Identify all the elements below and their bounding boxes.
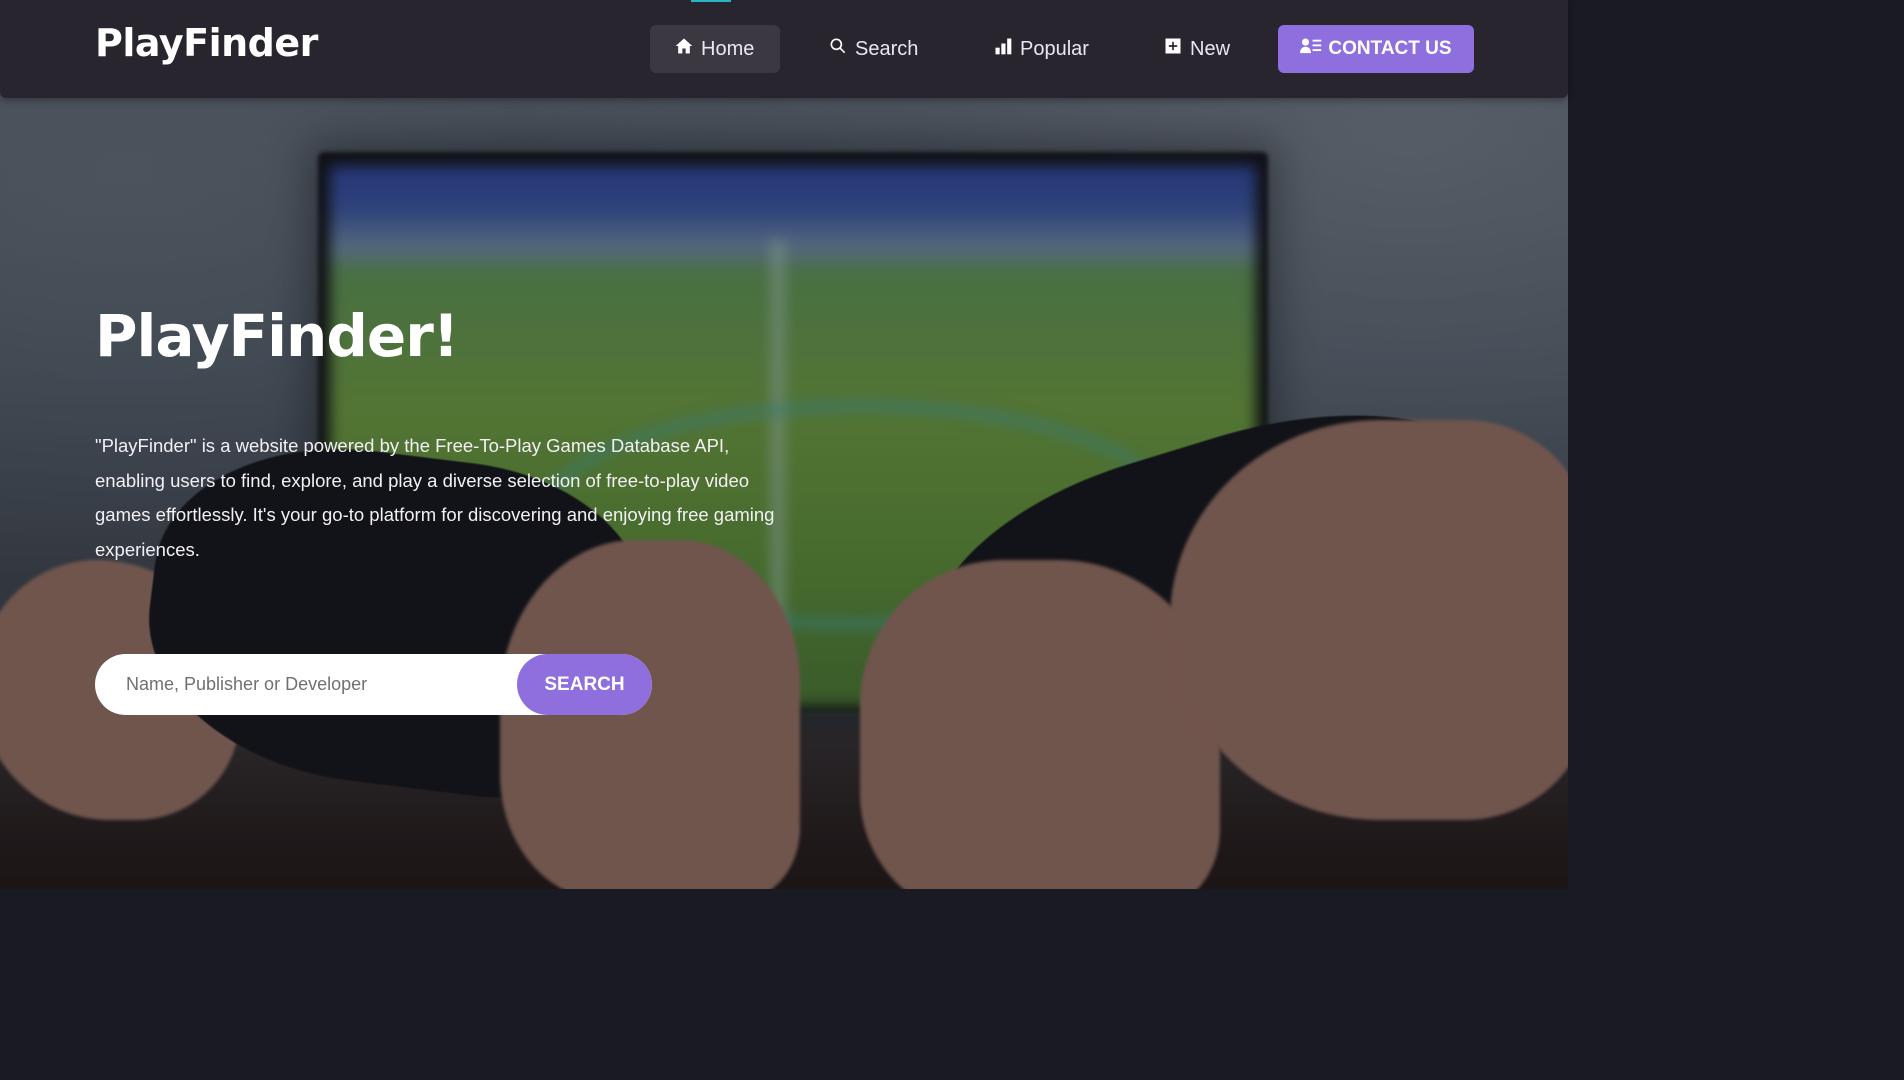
hero-title: PlayFinder! — [95, 302, 459, 370]
nav-item-label: Search — [855, 37, 919, 60]
nav-item-label: Popular — [1020, 37, 1089, 60]
bar-chart-icon — [993, 36, 1013, 62]
contact-us-button[interactable]: CONTACT US — [1278, 25, 1474, 73]
home-icon — [674, 36, 694, 62]
search-input[interactable] — [95, 654, 515, 715]
nav-item-label: Home — [701, 37, 755, 60]
search-button[interactable]: SEARCH — [517, 654, 652, 715]
nav-accent-line — [691, 0, 731, 2]
hero-description: "PlayFinder" is a website powered by the… — [95, 435, 775, 560]
search-bar: SEARCH — [95, 654, 652, 715]
navbar: PlayFinder Home Search Popular New CONTA… — [0, 0, 1568, 98]
nav-item-new[interactable]: New — [1139, 25, 1254, 73]
search-icon — [828, 36, 848, 62]
brand-logo[interactable]: PlayFinder — [95, 21, 318, 65]
nav-item-popular[interactable]: Popular — [969, 25, 1113, 73]
nav-item-search[interactable]: Search — [804, 25, 942, 73]
contact-us-label: CONTACT US — [1328, 38, 1452, 59]
contact-card-icon — [1300, 37, 1322, 61]
nav-item-home[interactable]: Home — [650, 25, 780, 73]
nav-item-label: New — [1190, 37, 1231, 60]
plus-square-icon — [1163, 36, 1183, 62]
